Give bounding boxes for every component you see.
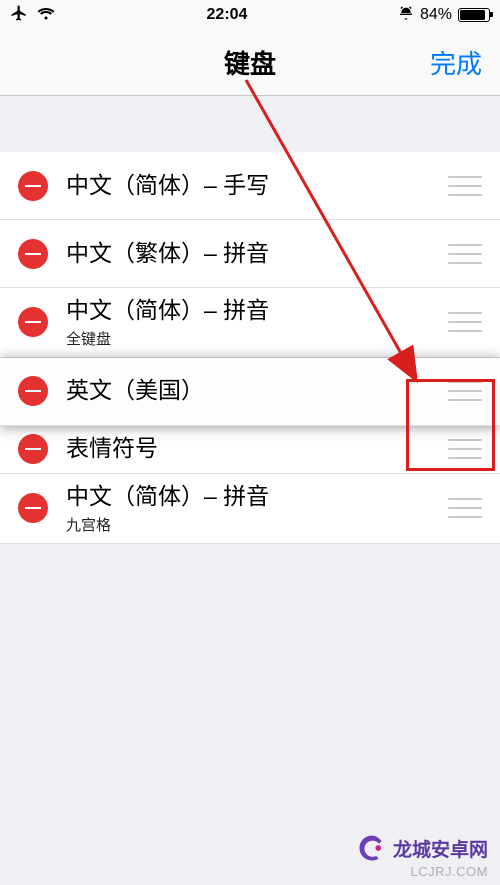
nav-bar: 键盘 完成 — [0, 30, 500, 96]
keyboard-title: 表情符号 — [66, 434, 438, 464]
keyboard-row: 中文（繁体）– 拼音 — [0, 220, 500, 288]
keyboard-title: 中文（简体）– 拼音 — [66, 482, 438, 512]
keyboard-label-container: 英文（美国） — [66, 376, 438, 406]
delete-button[interactable] — [18, 434, 48, 464]
keyboard-row: 表情符号 — [0, 426, 500, 474]
keyboard-subtitle: 全键盘 — [66, 328, 438, 349]
drag-handle-icon[interactable] — [448, 176, 482, 196]
keyboard-list: 中文（简体）– 手写中文（繁体）– 拼音中文（简体）– 拼音全键盘英文（美国）表… — [0, 152, 500, 544]
keyboard-row: 英文（美国） — [0, 358, 500, 426]
keyboard-row: 中文（简体）– 拼音全键盘 — [0, 288, 500, 358]
keyboard-subtitle: 九宫格 — [66, 514, 438, 535]
drag-handle-icon[interactable] — [448, 244, 482, 264]
status-time: 22:04 — [207, 6, 248, 24]
delete-button[interactable] — [18, 239, 48, 269]
drag-handle-icon[interactable] — [448, 498, 482, 518]
battery-icon — [458, 8, 490, 22]
watermark-brand: 龙城安卓网 — [357, 833, 488, 863]
drag-handle-icon[interactable] — [448, 439, 482, 459]
keyboard-label-container: 中文（简体）– 拼音九宫格 — [66, 482, 438, 535]
drag-handle-icon[interactable] — [448, 312, 482, 332]
battery-percent: 84% — [420, 6, 452, 24]
page-title: 键盘 — [224, 44, 276, 81]
keyboard-label-container: 表情符号 — [66, 434, 438, 464]
keyboard-title: 中文（简体）– 手写 — [66, 171, 438, 201]
delete-button[interactable] — [18, 171, 48, 201]
keyboard-label-container: 中文（繁体）– 拼音 — [66, 239, 438, 269]
keyboard-title: 中文（繁体）– 拼音 — [66, 239, 438, 269]
drag-handle-icon[interactable] — [448, 381, 482, 401]
list-top-spacer — [0, 96, 500, 152]
keyboard-row: 中文（简体）– 拼音九宫格 — [0, 474, 500, 544]
airplane-mode-icon — [10, 4, 28, 27]
done-button[interactable]: 完成 — [430, 44, 482, 81]
keyboard-label-container: 中文（简体）– 手写 — [66, 171, 438, 201]
keyboard-row: 中文（简体）– 手写 — [0, 152, 500, 220]
watermark-url: LCJRJ.COM — [411, 864, 488, 879]
alarm-icon — [398, 5, 414, 26]
delete-button[interactable] — [18, 376, 48, 406]
keyboard-title: 中文（简体）– 拼音 — [66, 296, 438, 326]
status-bar: 22:04 84% — [0, 0, 500, 30]
delete-button[interactable] — [18, 493, 48, 523]
delete-button[interactable] — [18, 307, 48, 337]
watermark-logo-icon — [357, 833, 387, 863]
keyboard-title: 英文（美国） — [66, 376, 438, 406]
wifi-icon — [36, 6, 56, 25]
keyboard-label-container: 中文（简体）– 拼音全键盘 — [66, 296, 438, 349]
